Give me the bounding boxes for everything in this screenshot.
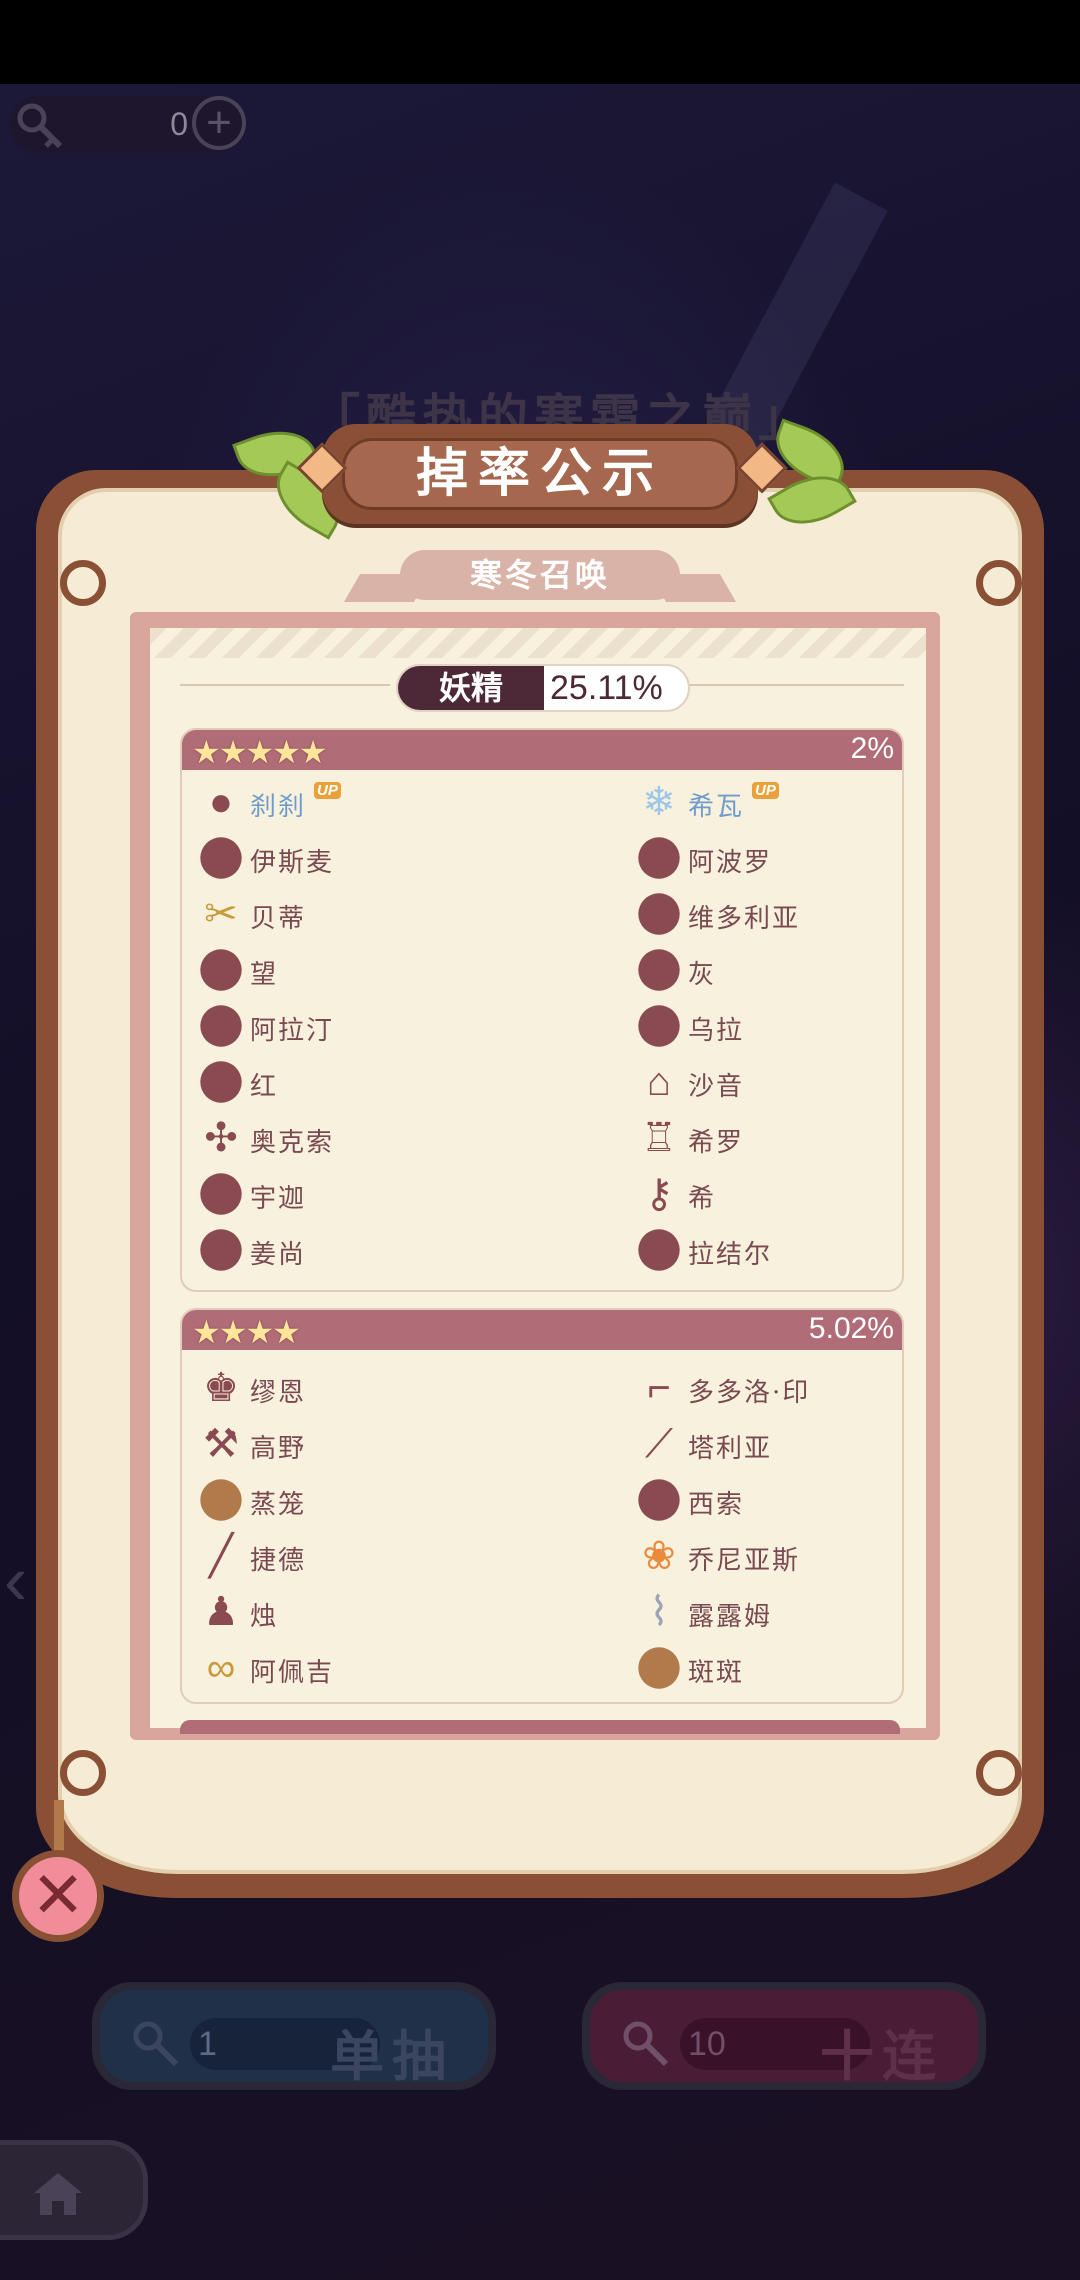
ten-draw-button[interactable]: 10 十连 — [582, 1982, 986, 2090]
fruit-icon: ❀ — [642, 1534, 676, 1578]
single-draw-button[interactable]: 1 单抽 — [92, 1982, 496, 2090]
pipe-icon: ⌐ — [647, 1366, 671, 1410]
ice-crystal-icon: ❄ — [642, 780, 676, 824]
dialog-title: 掉率公示 — [342, 438, 738, 510]
test-tube-icon: ⌇ — [649, 1590, 669, 1634]
key-icon — [133, 2021, 179, 2067]
corner-ornament — [60, 560, 106, 606]
item-name: 蒸笼 — [250, 1490, 307, 1520]
bird-icon — [200, 1005, 242, 1047]
home-button[interactable] — [0, 2140, 148, 2240]
close-button[interactable]: ✕ — [12, 1850, 104, 1942]
item-name: 阿波罗 — [688, 848, 773, 878]
pinwheel-icon: ✣ — [204, 1116, 238, 1160]
divider — [690, 684, 904, 686]
item-name: 姜尚 — [250, 1240, 307, 1270]
item-name: 缪恩 — [250, 1378, 307, 1408]
scissors-icon: ✂ — [204, 892, 238, 936]
ring-icon — [638, 1479, 680, 1521]
pool-subtitle: 寒冬召唤 — [400, 550, 680, 600]
corner-ornament — [976, 1750, 1022, 1796]
corner-ornament — [60, 1750, 106, 1796]
chevron-left-icon[interactable]: ‹ — [4, 1540, 27, 1620]
ten-draw-label: 十连 — [820, 2027, 944, 2087]
sword-icon: ⟋ — [645, 1422, 673, 1466]
item-name: 拉结尔 — [688, 1240, 773, 1270]
item-name: 希 — [688, 1184, 717, 1214]
item-name: 希瓦 — [688, 792, 745, 822]
item-name: 乌拉 — [688, 1016, 745, 1046]
item-name: 塔利亚 — [688, 1434, 773, 1464]
orb-icon — [200, 1173, 242, 1215]
category-rate: 妖精 25.11% — [396, 664, 690, 712]
item-name: 乔尼亚斯 — [688, 1546, 801, 1576]
tier-rate: 5.02% — [808, 1312, 894, 1345]
basket-icon — [200, 1061, 242, 1103]
candlestick-icon: ♟ — [203, 1590, 239, 1634]
bird-head-icon — [638, 1229, 680, 1271]
item-name: 露露姆 — [688, 1602, 773, 1632]
microphone-icon — [200, 949, 242, 991]
currency-amount: 0 — [170, 106, 188, 142]
item-name: 刹刹 — [250, 792, 307, 822]
up-badge: UP — [752, 782, 779, 799]
category-rate-value: 25.11% — [550, 669, 663, 707]
leaf-icon — [638, 893, 680, 935]
five-star-icons: ★★★★★ — [192, 734, 327, 770]
item-name: 奥克索 — [250, 1128, 335, 1158]
corner-ornament — [976, 560, 1022, 606]
bottle-icon — [638, 1005, 680, 1047]
item-name: 灰 — [688, 960, 717, 990]
category-label: 妖精 — [398, 666, 544, 710]
cloud-icon — [200, 837, 242, 879]
item-name: 斑斑 — [688, 1658, 745, 1688]
tier-card-next — [180, 1720, 900, 1734]
paper-edge — [150, 628, 926, 658]
doll-icon — [638, 949, 680, 991]
plus-icon[interactable]: + — [192, 96, 246, 150]
item-name: 维多利亚 — [688, 904, 801, 934]
up-badge: UP — [314, 782, 341, 799]
beads-icon: ● — [208, 780, 234, 824]
close-icon: ✕ — [31, 1859, 85, 1931]
steamer-icon — [200, 1479, 242, 1521]
item-name: 贝蒂 — [250, 904, 307, 934]
title-plaque: 掉率公示 — [322, 424, 758, 524]
four-star-icons: ★★★★ — [192, 1314, 301, 1350]
key-icon — [17, 103, 63, 149]
key-icon: ⚷ — [644, 1172, 674, 1216]
single-draw-label: 单抽 — [330, 2027, 454, 2087]
wood-log-icon — [638, 1647, 680, 1689]
rope-decoration — [54, 1800, 64, 1856]
ball-icon — [200, 1229, 242, 1271]
home-icon — [34, 2173, 82, 2215]
item-name: 宇迦 — [250, 1184, 307, 1214]
item-name: 阿拉汀 — [250, 1016, 335, 1046]
tier-header: ★★★★★ 2% — [182, 730, 902, 770]
lantern-icon: ♖ — [641, 1116, 677, 1160]
key-icon — [623, 2021, 669, 2067]
item-name: 希罗 — [688, 1128, 745, 1158]
item-name: 阿佩吉 — [250, 1658, 335, 1688]
item-name: 多多洛·印 — [688, 1378, 811, 1408]
status-bar — [0, 0, 1080, 84]
item-name: 望 — [250, 960, 279, 990]
tier-header: ★★★★ 5.02% — [182, 1310, 902, 1350]
divider — [180, 684, 390, 686]
item-name: 捷德 — [250, 1546, 307, 1576]
birdcage-icon: ⌂ — [646, 1060, 672, 1104]
chess-king-icon: ♚ — [203, 1366, 239, 1410]
item-name: 红 — [250, 1072, 279, 1102]
egg-icon — [638, 837, 680, 879]
item-name: 西索 — [688, 1490, 745, 1520]
hammer-icon: ⚒ — [203, 1422, 239, 1466]
glasses-icon: ∞ — [206, 1646, 236, 1690]
item-name: 烛 — [250, 1602, 279, 1632]
item-name: 伊斯麦 — [250, 848, 335, 878]
item-name: 沙音 — [688, 1072, 745, 1102]
currency-bar: 0 + — [10, 96, 246, 152]
needle-icon: ╱ — [208, 1534, 234, 1578]
item-name: 高野 — [250, 1434, 307, 1464]
tier-rate: 2% — [850, 732, 894, 765]
